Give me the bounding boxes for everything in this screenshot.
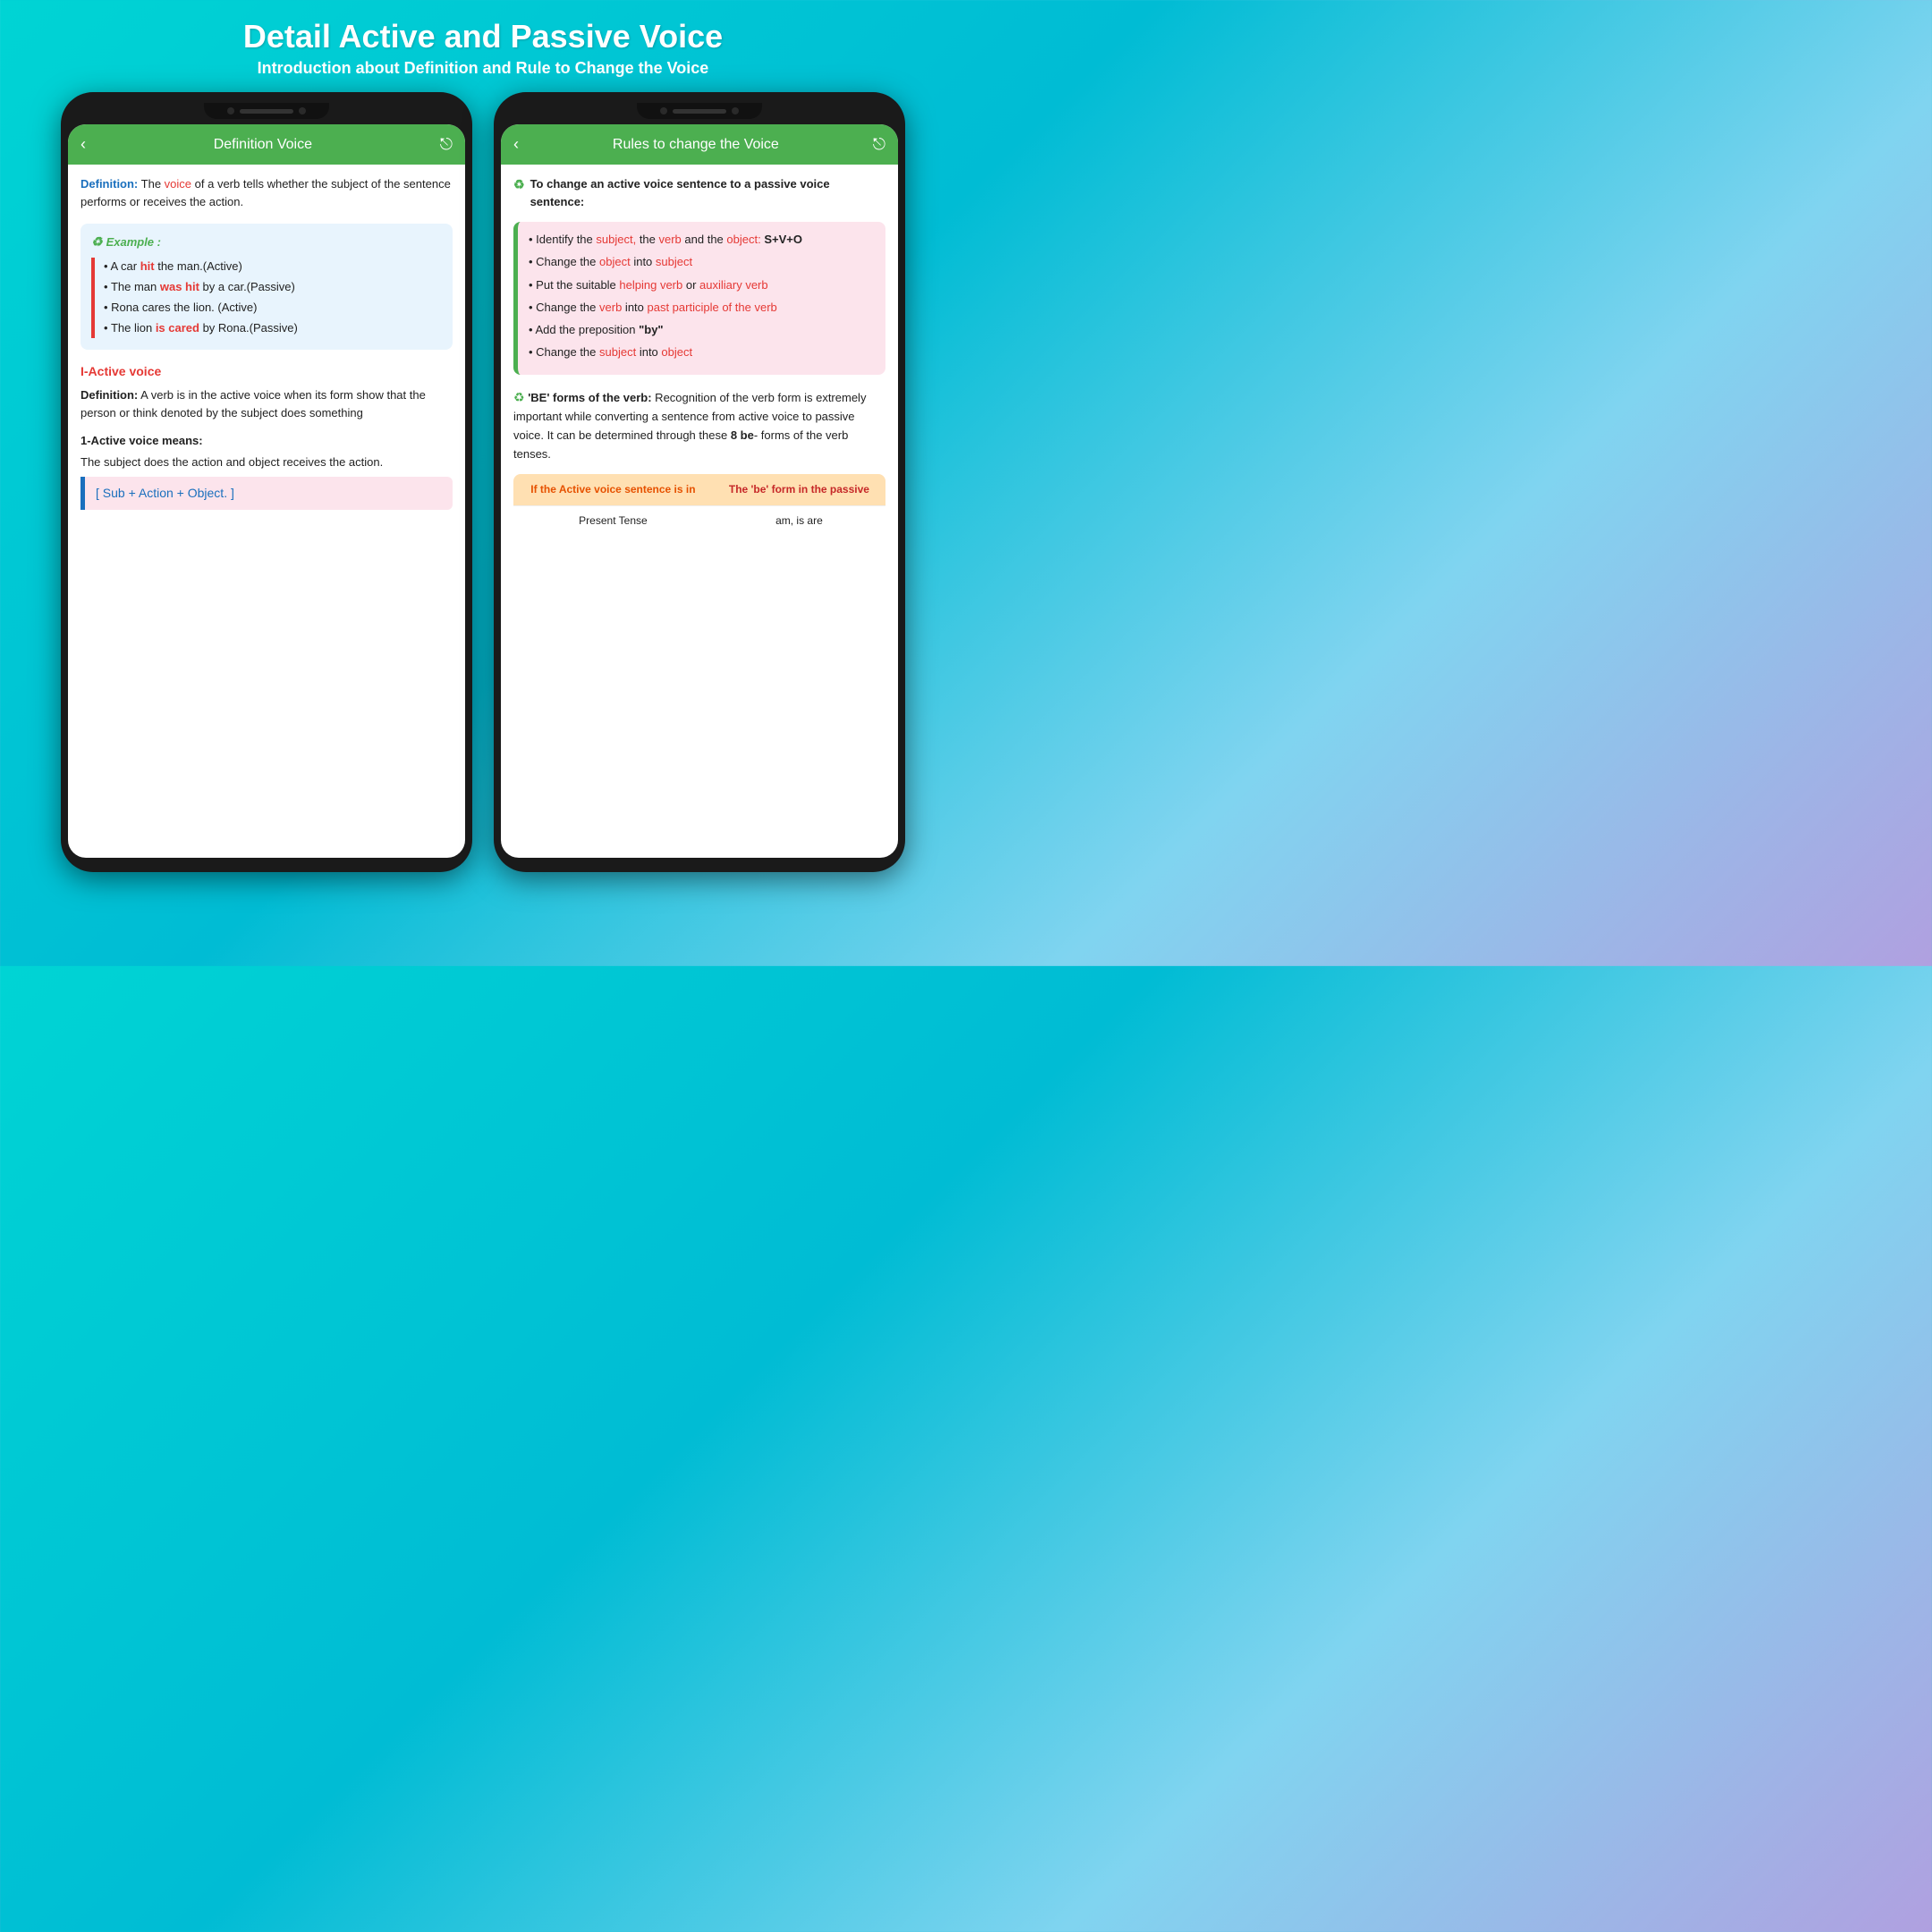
phones-container: ‹ Definition Voice ⎋ Definition: The voi… (9, 92, 957, 872)
definition-label: Definition: (80, 177, 138, 191)
active-voice-definition: Definition: A verb is in the active voic… (80, 386, 453, 422)
subject-word2: subject (656, 255, 692, 268)
be-forms-label: 'BE' forms of the verb: (528, 391, 651, 404)
rule-1: Identify the subject, the verb and the o… (529, 231, 875, 249)
table-row-1: Present Tense am, is are (513, 505, 886, 535)
subject-word3: subject (599, 345, 636, 359)
right-phone: ‹ Rules to change the Voice ⎋ ♻ To chang… (494, 92, 905, 872)
definition-text-before: The (141, 177, 165, 191)
hit-word: hit (140, 259, 155, 273)
section-def-label: Definition: (80, 388, 138, 402)
rules-list-box: Identify the subject, the verb and the o… (513, 222, 886, 375)
recycle-icon: ♻ (91, 233, 103, 252)
table-col2-header: The 'be' form in the passive (713, 474, 886, 505)
recycle-icon-be: ♻ (513, 390, 525, 404)
verb-word2: verb (599, 301, 622, 314)
camera-right2 (732, 107, 739, 114)
left-share-button[interactable]: ⎋ (440, 135, 453, 154)
be-forms-bold: 8 be (731, 428, 754, 442)
example-title: ♻ Example : (91, 233, 442, 252)
rule-6: Change the subject into object (529, 343, 875, 361)
page-subtitle: Introduction about Definition and Rule t… (258, 59, 709, 78)
speaker-left (240, 109, 293, 114)
example-label: Example : (106, 233, 161, 251)
right-header-title: Rules to change the Voice (613, 137, 779, 153)
object-word2: object (599, 255, 631, 268)
left-app-header: ‹ Definition Voice ⎋ (68, 124, 465, 165)
rules-list: Identify the subject, the verb and the o… (529, 231, 875, 361)
table-cell-tense: Present Tense (513, 505, 713, 535)
definition-text: Definition: The voice of a verb tells wh… (80, 175, 453, 211)
be-forms-section: ♻ 'BE' forms of the verb: Recognition of… (513, 387, 886, 463)
camera-left2 (299, 107, 306, 114)
subject-word: subject, (596, 233, 636, 246)
formula-box: [ Sub + Action + Object. ] (80, 477, 453, 511)
example-item-4: The lion is cared by Rona.(Passive) (104, 319, 442, 337)
example-item-2: The man was hit by a car.(Passive) (104, 278, 442, 296)
recycle-icon-right: ♻ (513, 175, 525, 195)
right-app-header: ‹ Rules to change the Voice ⎋ (501, 124, 898, 165)
example-item-3: Rona cares the lion. (Active) (104, 299, 442, 317)
voice-table: If the Active voice sentence is in The '… (513, 474, 886, 535)
left-screen-content: Definition: The voice of a verb tells wh… (68, 165, 465, 855)
phone-notch-left (204, 103, 329, 119)
rule-5: Add the preposition "by" (529, 321, 875, 339)
sub-text: The subject does the action and object r… (80, 453, 453, 471)
page-title: Detail Active and Passive Voice (243, 18, 723, 55)
voice-word: voice (165, 177, 191, 191)
left-screen: ‹ Definition Voice ⎋ Definition: The voi… (68, 124, 465, 858)
right-screen: ‹ Rules to change the Voice ⎋ ♻ To chang… (501, 124, 898, 858)
camera-left (227, 107, 234, 114)
camera-right (660, 107, 667, 114)
rule-3: Put the suitable helping verb or auxilia… (529, 276, 875, 294)
by-preposition: "by" (639, 323, 664, 336)
object-word: object: (726, 233, 760, 246)
example-item-1: A car hit the man.(Active) (104, 258, 442, 275)
table-cell-be-form: am, is are (713, 505, 886, 535)
left-back-button[interactable]: ‹ (80, 135, 86, 154)
rule-2: Change the object into subject (529, 253, 875, 271)
is-cared-word: is cared (156, 321, 199, 335)
speaker-right (673, 109, 726, 114)
right-share-button[interactable]: ⎋ (873, 135, 886, 154)
table-col1-header: If the Active voice sentence is in (513, 474, 713, 505)
was-hit-word: was hit (160, 280, 199, 293)
sub-heading: 1-Active voice means: (80, 432, 453, 450)
past-participle: past participle of the verb (648, 301, 777, 314)
rules-intro-text: To change an active voice sentence to a … (530, 175, 886, 211)
right-screen-content: ♻ To change an active voice sentence to … (501, 165, 898, 855)
object-word3: object (661, 345, 692, 359)
verb-word: verb (659, 233, 682, 246)
left-header-title: Definition Voice (214, 137, 312, 153)
helping-verb: helping verb (619, 278, 682, 292)
example-box: ♻ Example : A car hit the man.(Active) T… (80, 224, 453, 349)
rules-intro: ♻ To change an active voice sentence to … (513, 175, 886, 211)
example-list: A car hit the man.(Active) The man was h… (91, 258, 442, 338)
auxiliary-verb: auxiliary verb (699, 278, 768, 292)
right-back-button[interactable]: ‹ (513, 135, 519, 154)
section-heading: I-Active voice (80, 362, 453, 382)
phone-notch-right (637, 103, 762, 119)
rule-4: Change the verb into past participle of … (529, 299, 875, 317)
left-phone: ‹ Definition Voice ⎋ Definition: The voi… (61, 92, 472, 872)
